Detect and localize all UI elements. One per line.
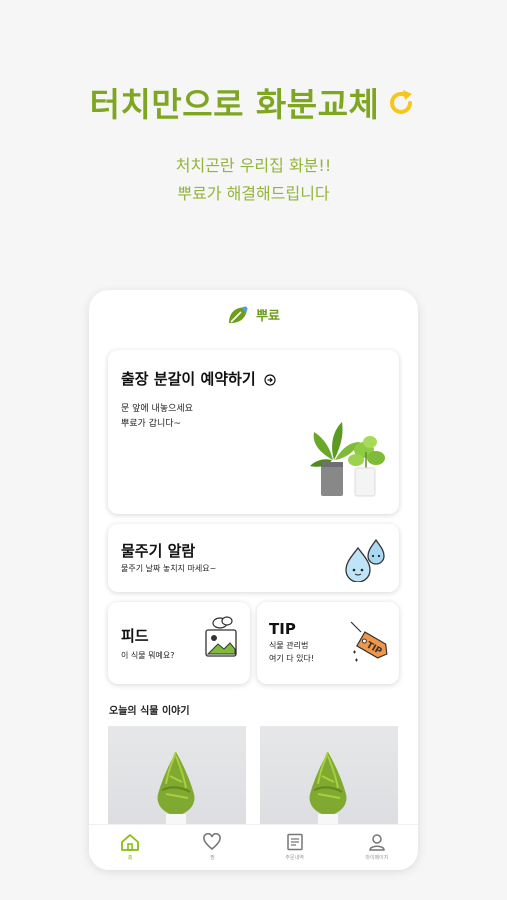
repot-booking-card[interactable]: 출장 분갈이 예약하기 문 앞에 내놓으세요 뿌료가 갑니다~ xyxy=(108,350,399,514)
feed-card-title: 피드 xyxy=(121,627,149,645)
home-icon xyxy=(121,834,140,851)
repot-card-desc2: 뿌료가 갑니다~ xyxy=(121,419,182,429)
tab-favorites[interactable]: 찜 xyxy=(171,825,253,870)
arrow-circle-right-icon[interactable] xyxy=(264,373,276,386)
repot-card-title: 출장 분갈이 예약하기 xyxy=(121,368,276,389)
water-card-desc: 물주기 날짜 놓치지 마세요~ xyxy=(121,564,217,573)
document-icon xyxy=(286,833,303,851)
promo-headline-text: 터치만으로 화분교체 xyxy=(89,85,380,124)
refresh-icon xyxy=(385,87,417,127)
repot-card-desc1: 문 앞에 내놓으세요 xyxy=(121,404,193,414)
tip-card[interactable]: TIP 식물 관리법 여기 다 있다! TIP xyxy=(257,602,399,684)
promo-headline: 터치만으로 화분교체 xyxy=(0,78,507,127)
heart-icon xyxy=(203,833,222,851)
app-logo: 뿌료 xyxy=(89,304,418,325)
potted-plants-icon xyxy=(310,422,385,497)
cypress-plant-image xyxy=(309,751,347,836)
tip-card-title: TIP xyxy=(269,620,296,638)
tab-favorites-label: 찜 xyxy=(210,855,215,861)
bottom-tab-bar: 홈 찜 주문내역 마이페이지 xyxy=(89,824,418,870)
tip-card-desc1: 식물 관리법 xyxy=(269,641,309,650)
feed-card[interactable]: 피드 이 식물 뭐예요? xyxy=(108,602,250,684)
plant-story-photo-1[interactable] xyxy=(108,726,246,836)
section-title-plant-story: 오늘의 식물 이야기 xyxy=(109,706,190,717)
feed-card-desc: 이 식물 뭐예요? xyxy=(121,651,175,660)
tab-mypage-label: 마이페이지 xyxy=(365,855,389,861)
promo-sub-line1: 처치곤란 우리집 화분!! xyxy=(175,156,332,175)
water-drops-icon xyxy=(345,538,385,582)
leaf-logo-icon xyxy=(228,306,248,323)
photo-gallery-icon xyxy=(205,616,237,657)
tab-home[interactable]: 홈 xyxy=(89,825,171,870)
promo-sub-line2: 뿌료가 해결해드립니다 xyxy=(177,184,330,203)
tab-mypage[interactable]: 마이페이지 xyxy=(336,825,418,870)
repot-card-title-text: 출장 분갈이 예약하기 xyxy=(121,370,256,388)
water-card-title: 물주기 알람 xyxy=(121,542,196,560)
cypress-plant-image xyxy=(157,751,195,836)
user-icon xyxy=(369,834,385,851)
tab-home-label: 홈 xyxy=(127,855,133,861)
plant-story-photo-2[interactable] xyxy=(260,726,398,836)
tab-orders[interactable]: 주문내역 xyxy=(254,825,336,870)
water-alarm-card[interactable]: 물주기 알람 물주기 날짜 놓치지 마세요~ xyxy=(108,524,399,592)
tip-tag-icon: TIP xyxy=(350,621,388,662)
tip-card-desc2: 여기 다 있다! xyxy=(269,654,315,663)
app-screen: 뿌료 출장 분갈이 예약하기 문 앞에 내놓으세요 뿌료가 갑니다~ 물주기 알… xyxy=(89,290,418,870)
tab-orders-label: 주문내역 xyxy=(285,855,304,861)
app-logo-text: 뿌료 xyxy=(256,309,280,324)
